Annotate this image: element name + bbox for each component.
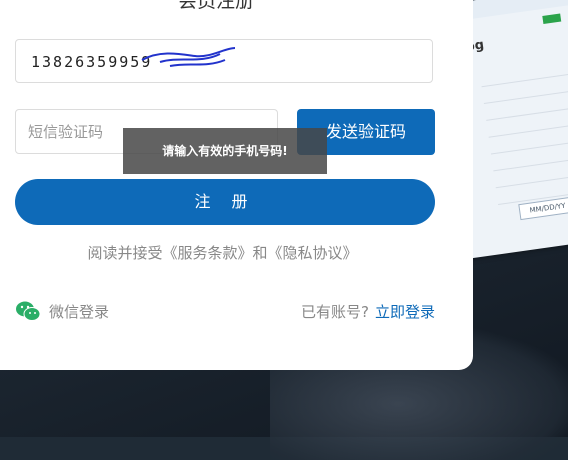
scribble-mark — [141, 47, 236, 67]
wechat-icon — [16, 301, 41, 321]
have-account-hint: 已有账号? 立即登录 — [301, 301, 435, 322]
wechat-login-label: 微信登录 — [49, 302, 110, 321]
register-button[interactable]: 注 册 — [15, 179, 435, 225]
wechat-login[interactable]: 微信登录 — [15, 299, 109, 323]
page-title: 会员注册 — [178, 0, 255, 12]
terms-text[interactable]: 阅读并接受《服务条款》和《隐私协议》 — [0, 242, 445, 263]
have-account-text: 已有账号? — [301, 303, 369, 321]
error-toast: 请输入有效的手机号码! — [123, 128, 327, 174]
login-link[interactable]: 立即登录 — [375, 303, 435, 321]
